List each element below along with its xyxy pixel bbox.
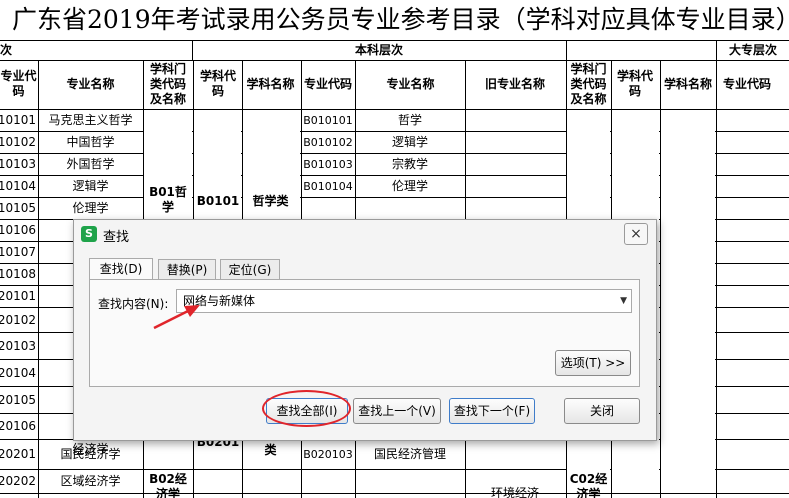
table-cell-major-code[interactable]: 20201 [0, 440, 36, 469]
col-old-major-name: 旧专业名称 [484, 76, 545, 91]
table-cell-major-code[interactable]: 20103 [0, 333, 36, 359]
table-cell-ug-name[interactable]: 伦理学 [356, 176, 464, 197]
find-previous-button[interactable]: 查找上一个(V) [353, 398, 441, 424]
table-cell-major-code[interactable]: 10103 [0, 154, 36, 175]
table-cell-ug-name[interactable]: 宗教学 [356, 154, 464, 175]
col-ug-major-name: 专业名称 [386, 76, 435, 91]
table-cell-ug-code[interactable]: B010103 [302, 154, 354, 175]
col-major-name: 专业名称 [66, 76, 115, 91]
table-cell-major-code[interactable]: 20101 [0, 286, 36, 307]
table-cell-ug-code[interactable] [302, 470, 354, 493]
col-junior-discipline-code: 学科代码 [616, 69, 653, 98]
col-major-code: 专业代码 [0, 69, 37, 98]
options-button[interactable]: 选项(T) >> [555, 350, 631, 376]
grid-hline [0, 40, 789, 41]
b0101-code-cell: B0101 [196, 193, 240, 208]
table-cell-major-code[interactable]: 10101 [0, 110, 36, 131]
sheet-title: 广东省2019年考试录用公务员专业参考目录（学科对应具体专业目录） [12, 5, 789, 34]
table-cell-major-name[interactable]: 中国哲学 [39, 132, 142, 153]
find-next-button[interactable]: 查找下一个(F) [449, 398, 535, 424]
col-discipline-code: 学科代码 [199, 69, 236, 98]
tab-find[interactable]: 查找(D) [89, 258, 153, 280]
table-cell-major-code[interactable]: 20202 [0, 470, 36, 493]
table-cell-major-code[interactable]: 20104 [0, 360, 36, 386]
col-junior-discipline-category: 学科门类代码及名称 [570, 61, 607, 106]
dropdown-arrow-icon[interactable]: ▼ [620, 290, 627, 312]
annotation-ellipse [262, 390, 351, 427]
b0201-name-cell: 类 [264, 442, 277, 457]
tab-goto[interactable]: 定位(G) [220, 259, 280, 279]
table-cell-ug-name[interactable] [356, 470, 464, 493]
table-cell-ug-name[interactable]: 国民经济管理 [356, 440, 464, 469]
table-cell-major-code[interactable]: 20105 [0, 387, 36, 413]
col-discipline-category: 学科门类代码及名称 [149, 61, 186, 106]
annotation-arrow-icon [153, 305, 200, 330]
table-cell-major-name[interactable]: 伦理学 [39, 198, 142, 219]
b0101-name-cell: 哲学类 [252, 193, 289, 208]
level-left-label: 次 [0, 43, 13, 57]
table-cell-major-code[interactable]: 10105 [0, 198, 36, 219]
table-cell-major-name[interactable]: 外国哲学 [39, 154, 142, 175]
table-cell-major-name[interactable]: 逻辑学 [39, 176, 142, 197]
table-cell-ug-name[interactable]: 逻辑学 [356, 132, 464, 153]
table-cell-ug-code[interactable]: B010102 [302, 132, 354, 153]
table-cell-ug-name[interactable]: 哲学 [356, 110, 464, 131]
grid-vline [716, 60, 717, 498]
table-cell-major-code[interactable]: 10107 [0, 242, 36, 263]
close-button[interactable]: 关闭 [564, 398, 640, 424]
col-ug-major-code: 专业代码 [303, 76, 352, 91]
table-cell-ug-name[interactable] [356, 198, 464, 219]
find-content-input[interactable]: 网络与新媒体 ▼ [176, 289, 632, 313]
table-cell-major-name[interactable]: 马克思主义哲学 [39, 110, 142, 131]
table-cell-major-code[interactable]: 20102 [0, 308, 36, 332]
b01-category-cell: B01哲学 [149, 185, 187, 214]
row-20106-extra: 经济学 [72, 441, 109, 456]
old-name-last: 环境经济 [490, 485, 539, 498]
col-junior-discipline-name: 学科名称 [663, 76, 712, 91]
table-cell-ug-code[interactable]: B010104 [302, 176, 354, 197]
dialog-title: 查找 [103, 230, 130, 245]
junior-level-label: 大专层次 [728, 43, 777, 57]
grid-vline [566, 40, 567, 60]
table-cell-major-code[interactable]: 20106 [0, 414, 36, 439]
table-cell-major-name[interactable]: 区域经济学 [39, 470, 142, 493]
merge-cover [661, 110, 715, 492]
table-cell-ug-code[interactable]: B020103 [302, 440, 354, 469]
table-cell-major-code[interactable]: 10102 [0, 132, 36, 153]
dialog-titlebar[interactable]: S 查找 × [74, 220, 656, 248]
c02-category-cell: C02经济学 [569, 472, 608, 498]
table-cell-major-code[interactable]: 10104 [0, 176, 36, 197]
b02-category-cell: B02经济学 [149, 472, 187, 498]
col-discipline-name: 学科名称 [246, 76, 295, 91]
wps-app-icon: S [81, 226, 97, 242]
grid-hline [0, 493, 789, 494]
table-cell-ug-code[interactable] [302, 198, 354, 219]
tab-replace[interactable]: 替换(P) [158, 259, 216, 279]
table-cell-ug-code[interactable]: B010101 [302, 110, 354, 131]
table-cell-major-code[interactable]: 10106 [0, 220, 36, 241]
col-junior-major-code: 专业代码 [722, 76, 771, 91]
close-icon[interactable]: × [624, 223, 648, 245]
undergrad-level-label: 本科层次 [354, 43, 403, 57]
table-cell-major-code[interactable]: 10108 [0, 264, 36, 285]
